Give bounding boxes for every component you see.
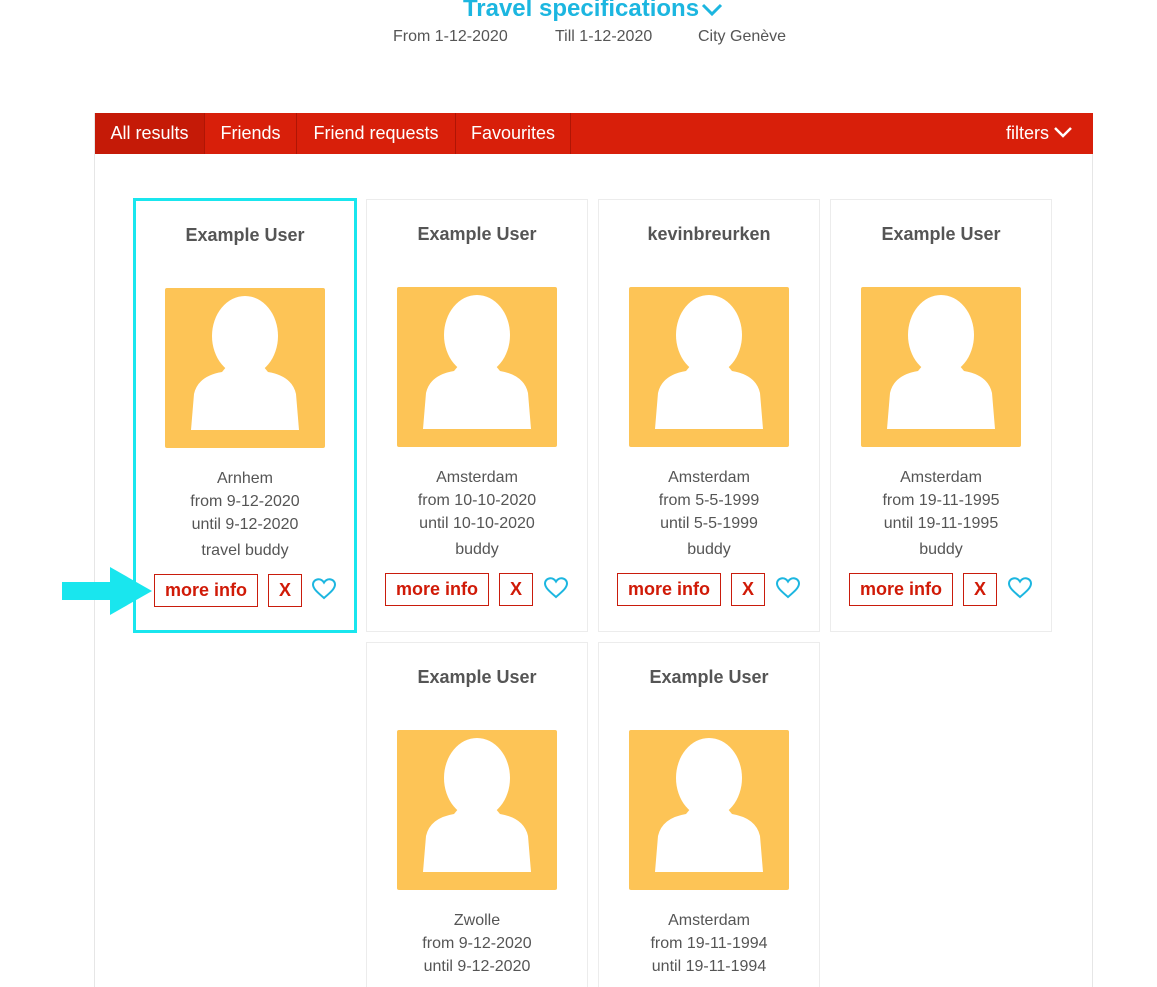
- card-info: Amsterdam from 5-5-1999 until 5-5-1999: [599, 466, 819, 535]
- user-name: kevinbreurken: [647, 224, 771, 244]
- filters-label: filters: [1005, 123, 1049, 143]
- card-city: Amsterdam: [436, 469, 518, 486]
- card-from-date: from 10-10-2020: [417, 492, 537, 509]
- card-city: Amsterdam: [668, 912, 750, 929]
- heart-icon[interactable]: [543, 576, 569, 600]
- remove-button[interactable]: X: [963, 573, 997, 606]
- user-name: Example User: [649, 667, 769, 687]
- card-until-date: until 5-5-1999: [660, 515, 758, 532]
- card-from-date: from 9-12-2020: [422, 935, 532, 952]
- more-info-button[interactable]: more info: [385, 573, 489, 606]
- user-card: Example User Amsterdam from 19-11-1995 u…: [830, 199, 1052, 632]
- tab-bar: All results Friends Friend requests Favo…: [95, 113, 1093, 154]
- tab-friend-requests[interactable]: Friend requests: [297, 113, 456, 154]
- card-until-date: until 19-11-1995: [883, 515, 999, 532]
- card-role: buddy: [687, 541, 731, 558]
- remove-button[interactable]: X: [268, 574, 302, 607]
- remove-button[interactable]: X: [499, 573, 533, 606]
- card-info: Amsterdam from 10-10-2020 until 10-10-20…: [367, 466, 587, 535]
- chevron-down-icon: [1054, 127, 1072, 139]
- arrow-right-icon: [62, 567, 152, 615]
- user-name: Example User: [417, 224, 537, 244]
- card-info: Amsterdam from 19-11-1994 until 19-11-19…: [599, 909, 819, 978]
- user-card: Example User Zwolle from 9-12-2020 until…: [366, 642, 588, 987]
- card-city: Amsterdam: [900, 469, 982, 486]
- travel-specifications-label: Travel specifications: [462, 0, 700, 22]
- card-role: buddy: [455, 541, 499, 558]
- filters-toggle[interactable]: filters: [1006, 113, 1073, 154]
- tab-friends[interactable]: Friends: [205, 113, 297, 154]
- city-spec: City Genève: [698, 28, 787, 45]
- card-city: Zwolle: [453, 912, 501, 929]
- user-card: kevinbreurken Amsterdam from 5-5-1999 un…: [598, 199, 820, 632]
- card-city: Arnhem: [216, 470, 274, 487]
- more-info-button[interactable]: more info: [154, 574, 258, 607]
- more-info-button[interactable]: more info: [617, 573, 721, 606]
- card-role: travel buddy: [201, 542, 289, 559]
- heart-icon[interactable]: [775, 576, 801, 600]
- card-from-date: from 5-5-1999: [658, 492, 760, 509]
- from-spec: From 1-12-2020: [393, 28, 508, 45]
- card-until-date: until 9-12-2020: [191, 516, 299, 533]
- card-from-date: from 19-11-1994: [650, 935, 768, 952]
- card-until-date: until 10-10-2020: [419, 515, 535, 532]
- more-info-button[interactable]: more info: [849, 573, 953, 606]
- till-spec: Till 1-12-2020: [555, 28, 653, 45]
- chevron-down-icon: [701, 3, 723, 16]
- user-avatar-icon: [397, 730, 557, 890]
- user-avatar-icon: [629, 287, 789, 447]
- travel-spec-row: From 1-12-2020 Till 1-12-2020 City Genèv…: [0, 28, 1157, 46]
- card-info: Arnhem from 9-12-2020 until 9-12-2020: [136, 467, 354, 536]
- user-name: Example User: [881, 224, 1001, 244]
- card-city: Amsterdam: [668, 469, 750, 486]
- user-card: Example User Arnhem from 9-12-2020 until…: [133, 198, 357, 633]
- remove-button[interactable]: X: [731, 573, 765, 606]
- heart-icon[interactable]: [311, 577, 337, 601]
- tab-all-results[interactable]: All results: [95, 113, 205, 154]
- user-avatar-icon: [861, 287, 1021, 447]
- user-name: Example User: [417, 667, 537, 687]
- card-info: Zwolle from 9-12-2020 until 9-12-2020: [367, 909, 587, 978]
- user-avatar-icon: [397, 287, 557, 447]
- user-avatar-icon: [629, 730, 789, 890]
- user-card: Example User Amsterdam from 10-10-2020 u…: [366, 199, 588, 632]
- card-until-date: until 19-11-1994: [651, 958, 767, 975]
- user-name: Example User: [185, 225, 305, 245]
- card-role: buddy: [919, 541, 963, 558]
- user-avatar-icon: [165, 288, 325, 448]
- travel-specifications-title[interactable]: Travel specifications: [0, 0, 1157, 24]
- heart-icon[interactable]: [1007, 576, 1033, 600]
- card-from-date: from 19-11-1995: [882, 492, 1000, 509]
- card-info: Amsterdam from 19-11-1995 until 19-11-19…: [831, 466, 1051, 535]
- tab-favourites[interactable]: Favourites: [456, 113, 571, 154]
- user-card: Example User Amsterdam from 19-11-1994 u…: [598, 642, 820, 987]
- card-until-date: until 9-12-2020: [423, 958, 531, 975]
- card-from-date: from 9-12-2020: [190, 493, 300, 510]
